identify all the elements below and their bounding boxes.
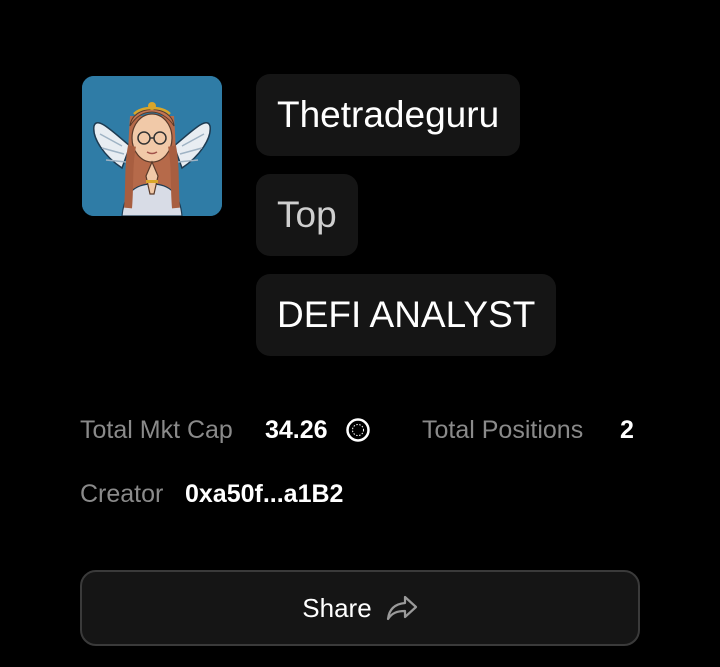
profile-name: Thetradeguru [256, 74, 521, 156]
positions-value: 2 [620, 416, 634, 444]
creator-label: Creator [80, 480, 164, 508]
market-cap-label: Total Mkt Cap [80, 416, 233, 444]
share-arrow-icon [386, 595, 417, 621]
creator-address[interactable]: 0xa50f...a1B2 [185, 480, 343, 509]
share-label: Share [302, 592, 372, 623]
share-button[interactable]: Share [80, 570, 640, 646]
positions-label: Total Positions [422, 416, 584, 444]
avatar [82, 76, 222, 216]
coin-icon [346, 418, 370, 442]
profile-card: Thetradeguru Top DEFI ANALYST Total Mkt … [0, 0, 720, 667]
market-cap-value: 34.26 [265, 416, 328, 444]
title-badge: DEFI ANALYST [256, 274, 557, 356]
angel-avatar-icon [82, 76, 222, 216]
rank-badge: Top [256, 174, 358, 256]
